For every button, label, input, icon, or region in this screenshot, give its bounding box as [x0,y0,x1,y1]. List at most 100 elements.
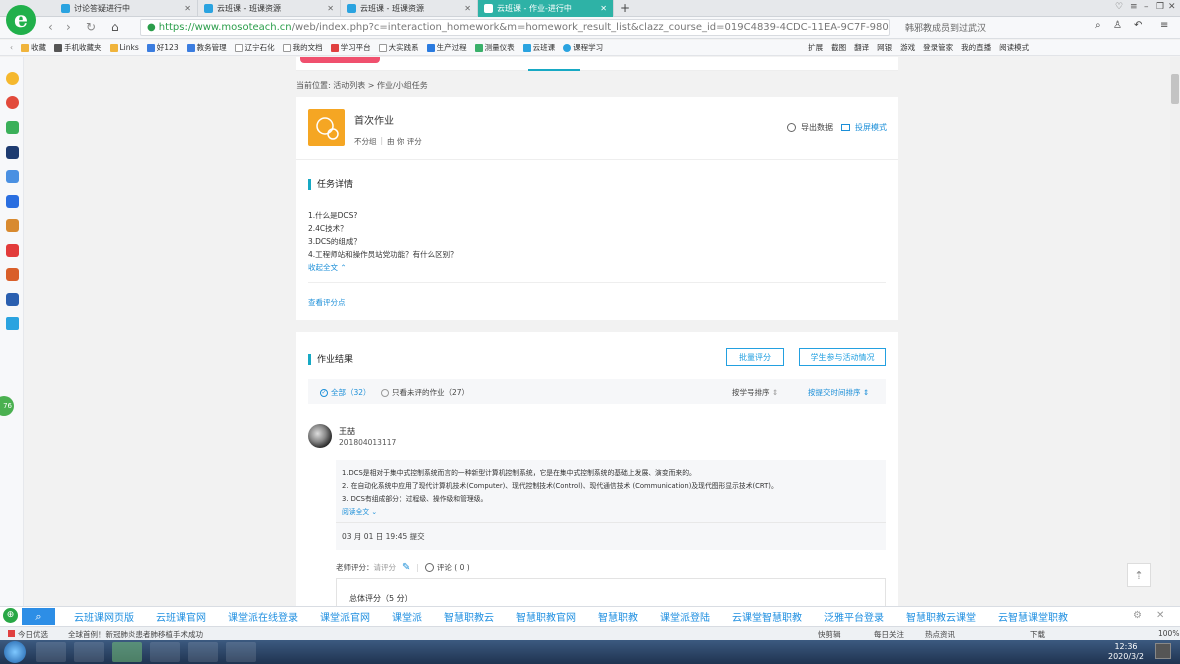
export-data-button[interactable]: 导出数据 [787,122,833,133]
forward-icon[interactable]: › [66,20,71,34]
status-item[interactable]: 快剪辑 [818,629,841,640]
bookmark-item[interactable]: 辽宁石化 [234,42,275,53]
taskbar-archive-icon[interactable] [226,642,256,662]
search-input[interactable]: 韩邪教成员到过武汉 [905,19,1085,36]
close-icon[interactable]: ✕ [327,4,334,13]
chat-icon[interactable] [6,195,19,208]
sort-by-id-button[interactable]: 按学号排序 ⇕ [732,387,778,398]
bookmark-item[interactable]: 云班课 [522,42,555,53]
start-button[interactable] [4,641,26,663]
toolbar-bank[interactable]: 网银 [877,42,892,53]
bookmark-item[interactable]: 我的文档 [282,42,323,53]
hotlink[interactable]: 云智慧课堂职教 [998,609,1068,624]
toolbar-translate[interactable]: 翻译 [854,42,869,53]
user-icon[interactable]: ♙ [1113,20,1122,31]
tab-discussion[interactable]: 讨论答疑进行中 ✕ [55,0,198,17]
back-to-top-button[interactable]: ⇡ [1127,563,1151,587]
game-icon[interactable] [6,219,19,232]
close-icon[interactable]: ✕ [1156,610,1164,621]
bookmark-item[interactable]: 大实践系 [378,42,419,53]
bookmark-item[interactable]: 教务管理 [186,42,227,53]
hotlink[interactable]: 课堂派登陆 [660,609,710,624]
student-name[interactable]: 王喆 [339,426,355,437]
comment-button[interactable]: 评论 ( 0 ) [437,562,470,573]
tab-resources-1[interactable]: 云班课 - 班课资源 ✕ [198,0,341,17]
new-tab-button[interactable]: + [620,1,630,15]
system-clock[interactable]: 12:36 2020/3/2 [1108,642,1144,662]
hotlink[interactable]: 云班课官网 [156,609,206,624]
search-icon[interactable]: ⌕ [22,608,55,625]
bookmark-item[interactable]: 课程学习 [563,42,603,53]
collapse-link[interactable]: 收起全文 ⌃ [308,261,458,274]
bookmark-item[interactable]: Links [109,43,139,52]
notes-icon[interactable] [6,170,19,183]
participation-button[interactable]: 学生参与活动情况 [799,348,886,366]
taskbar-app-icon[interactable] [74,642,104,662]
search-icon[interactable]: ⌕ [1095,20,1101,31]
daily-picks[interactable]: 今日优选 [8,629,48,640]
bookmark-item[interactable]: 测量仪表 [474,42,515,53]
settings-menu-icon[interactable]: ≡ [1160,20,1168,31]
app-icon[interactable] [6,146,19,159]
hotlink[interactable]: 智慧职教官网 [516,609,576,624]
home-icon[interactable]: ⌂ [111,20,119,34]
taskbar-browser-icon[interactable] [112,642,142,662]
game-icon[interactable] [6,293,19,306]
taskbar-folder-icon[interactable] [150,642,180,662]
toolbar-live[interactable]: 我的直播 [961,42,991,53]
sort-by-time-button[interactable]: 按提交时间排序 ⇕ [808,387,869,398]
app-icon[interactable] [6,317,19,330]
hotlink[interactable]: 云课堂智慧职教 [732,609,802,624]
hotlink[interactable]: 课堂派官网 [320,609,370,624]
status-item[interactable]: 每日关注 [874,629,904,640]
tab-homework-active[interactable]: 云班课 - 作业-进行中 ✕ [478,0,614,17]
tab-resources-2[interactable]: 云班课 - 班课资源 ✕ [341,0,478,17]
toolbar-login[interactable]: 登录管家 [923,42,953,53]
scrollbar-thumb[interactable] [1171,74,1179,104]
back-icon[interactable]: ‹ [48,20,53,34]
zoom-level[interactable]: 100% [1158,629,1179,638]
settings-icon[interactable]: ⚙ [1133,610,1142,621]
filter-unscored-radio[interactable]: 只看未评的作业（27） [381,387,469,398]
close-icon[interactable]: ✕ [184,4,191,13]
filter-all-radio[interactable]: ✓ 全部（32） [320,387,371,398]
video-icon[interactable] [6,244,19,257]
projection-mode-button[interactable]: 投屏模式 [841,122,887,133]
bookmark-item[interactable]: 学习平台 [330,42,371,53]
status-item[interactable]: 热点资讯 [925,629,955,640]
hotlink[interactable]: 泛雅平台登录 [824,609,884,624]
taskbar-word-icon[interactable] [188,642,218,662]
game-icon[interactable] [6,268,19,281]
status-item[interactable]: 下载 [1030,629,1045,640]
hotlink[interactable]: 智慧职教 [598,609,638,624]
maximize-icon[interactable]: ❐ [1156,2,1164,12]
undo-icon[interactable]: ↶ [1134,20,1142,31]
window-close-icon[interactable]: ✕ [1168,2,1176,12]
taskbar-app-icon[interactable] [36,642,66,662]
minimize-icon[interactable]: – [1144,2,1149,12]
toolbar-games[interactable]: 游戏 [900,42,915,53]
toolbar-extension[interactable]: 扩展 [808,42,823,53]
close-icon[interactable]: ✕ [464,4,471,13]
bookmark-item[interactable]: 收藏 [21,42,46,53]
close-icon[interactable]: ✕ [600,4,607,13]
menu-icon[interactable]: ≡ [1130,2,1138,12]
mail-icon[interactable] [6,121,19,134]
avatar[interactable] [308,424,332,448]
score-placeholder[interactable]: 请评分 [374,562,397,573]
news-ticker[interactable]: 全球首例！新冠肺炎患者肺移植手术成功 [68,629,203,640]
favorites-icon[interactable] [6,72,19,85]
bookmark-item[interactable]: 好123 [146,42,179,53]
url-input[interactable]: ● https://www.mosoteach.cn /web/index.ph… [140,19,890,36]
toolbar-reader[interactable]: 阅读模式 [999,42,1029,53]
notification-icon[interactable] [1155,643,1171,659]
hotlink[interactable]: 课堂派在线登录 [228,609,298,624]
page-scrollbar[interactable] [1170,57,1180,627]
hotlink[interactable]: 智慧职教云 [444,609,494,624]
expand-link[interactable]: 阅读全文 ⌄ [342,506,880,519]
hotbar-logo-icon[interactable]: ⊕ [3,608,18,623]
hotlink[interactable]: 课堂派 [392,609,422,624]
bookmark-item[interactable]: 生产过程 [426,42,467,53]
batch-score-button[interactable]: 批量评分 [726,348,784,366]
toolbar-screenshot[interactable]: 截图 [831,42,846,53]
